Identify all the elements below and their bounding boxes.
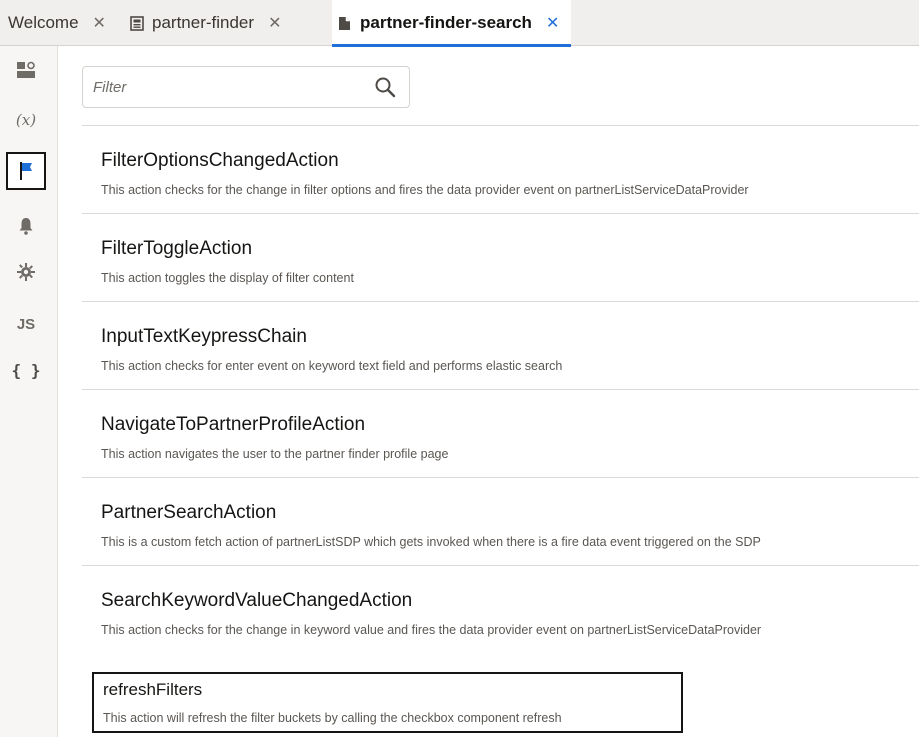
tab-label: partner-finder-search (360, 13, 532, 32)
tab-partner-finder-search[interactable]: partner-finder-search ✕ (332, 0, 572, 47)
filter-field[interactable] (82, 66, 410, 108)
page-designer-icon[interactable] (4, 50, 48, 90)
tab-label: partner-finder (152, 13, 255, 32)
list-item[interactable]: NavigateToPartnerProfileAction This acti… (82, 389, 919, 477)
left-navigator-rail: (x) JS { } (0, 46, 58, 737)
action-title: FilterToggleAction (101, 238, 253, 259)
action-description: This action navigates the user to the pa… (101, 447, 449, 461)
tab-welcome[interactable]: Welcome ✕ (8, 0, 106, 46)
tab-partner-finder[interactable]: partner-finder ✕ (130, 0, 281, 46)
document-icon (338, 16, 352, 31)
action-description: This is a custom fetch action of partner… (101, 535, 761, 549)
filter-input[interactable] (83, 67, 363, 107)
tab-label: Welcome (8, 13, 79, 32)
action-description: This action checks for the change in key… (101, 623, 762, 637)
action-title: PartnerSearchAction (101, 502, 277, 523)
list-item[interactable]: InputTextKeypressChain This action check… (82, 301, 919, 389)
editor-tab-bar: Welcome ✕ partner-finder ✕ partner-finde… (0, 0, 919, 47)
list-item[interactable]: PartnerSearchAction This is a custom fet… (82, 477, 919, 565)
search-icon[interactable] (373, 75, 399, 101)
action-description: This action will refresh the filter buck… (103, 711, 562, 725)
variables-label: (x) (15, 111, 37, 129)
action-title: NavigateToPartnerProfileAction (101, 414, 366, 435)
list-item-refresh-filters[interactable]: refreshFilters This action will refresh … (92, 672, 683, 733)
javascript-label: JS (16, 315, 36, 333)
actions-list: FilterOptionsChangedAction This action c… (82, 125, 919, 653)
actions-flag-icon[interactable] (6, 152, 46, 190)
events-bell-icon[interactable] (4, 206, 48, 246)
action-title: SearchKeywordValueChangedAction (101, 590, 413, 611)
action-title: FilterOptionsChangedAction (101, 150, 339, 171)
settings-gear-icon[interactable] (4, 252, 48, 292)
javascript-icon[interactable]: JS (4, 304, 48, 344)
json-icon[interactable]: { } (4, 350, 48, 390)
json-label: { } (11, 360, 41, 380)
list-item[interactable]: FilterOptionsChangedAction This action c… (82, 125, 919, 213)
action-description: This action toggles the display of filte… (101, 271, 354, 285)
variables-icon[interactable]: (x) (4, 100, 48, 140)
action-title: refreshFilters (103, 680, 203, 699)
close-icon[interactable]: ✕ (546, 13, 559, 33)
close-icon[interactable]: ✕ (268, 13, 281, 33)
action-description: This action checks for the change in fil… (101, 183, 749, 197)
list-item[interactable]: SearchKeywordValueChangedAction This act… (82, 565, 919, 653)
close-icon[interactable]: ✕ (93, 13, 106, 33)
page-icon (130, 15, 144, 31)
action-description: This action checks for enter event on ke… (101, 359, 563, 373)
action-title: InputTextKeypressChain (101, 326, 307, 347)
list-item[interactable]: FilterToggleAction This action toggles t… (82, 213, 919, 301)
